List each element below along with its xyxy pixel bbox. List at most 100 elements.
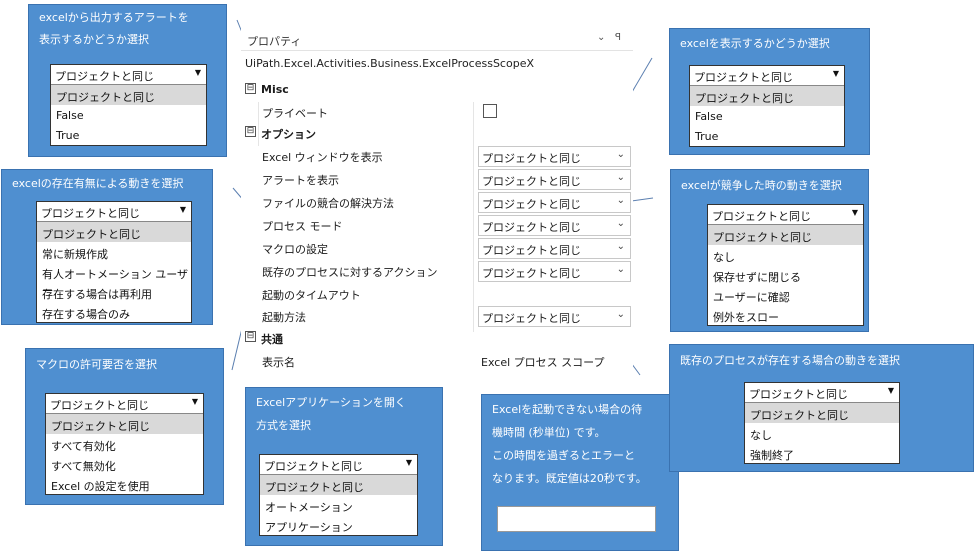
dropdown-arrow-icon: ▼ <box>851 208 858 217</box>
launch-dropdown[interactable]: プロジェクトと同じ ▼ プロジェクトと同じ オートメーション アプリケーション <box>259 454 418 536</box>
property-name: マクロの設定 <box>262 243 328 256</box>
dropdown-header[interactable]: プロジェクトと同じ ▼ <box>745 383 899 403</box>
property-name: 起動方法 <box>262 311 306 324</box>
dropdown-header[interactable]: プロジェクトと同じ ▼ <box>46 394 203 414</box>
dropdown-option[interactable]: 存在する場合は再利用 <box>37 282 191 302</box>
callout-text: マクロの許可要否を選択 <box>36 358 157 371</box>
alert-dropdown[interactable]: プロジェクトと同じ ▼ プロジェクトと同じ False True <box>50 64 207 146</box>
dropdown-header[interactable]: プロジェクトと同じ ▼ <box>37 202 191 222</box>
chevron-down-icon: ⌄ <box>616 241 625 252</box>
dropdown-option[interactable]: 保存せずに閉じる <box>708 265 863 285</box>
panel-header: プロパティ ⌄ ꟼ <box>241 28 633 51</box>
callout-timeout: Excelを起動できない場合の待 機時間 (秒単位) です。 この時間を過ぎると… <box>481 394 679 551</box>
callout-text: excelが競争した時の動きを選択 <box>681 179 842 192</box>
macro-select[interactable]: プロジェクトと同じ ⌄ <box>478 238 631 259</box>
callout-macro: マクロの許可要否を選択 プロジェクトと同じ ▼ プロジェクトと同じ すべて有効化 … <box>25 348 224 505</box>
collapse-icon[interactable]: ⊟ <box>245 126 256 137</box>
property-name: 起動のタイムアウト <box>262 289 361 302</box>
callout-existing-process: 既存のプロセスが存在する場合の動きを選択 プロジェクトと同じ ▼ プロジェクトと同… <box>669 344 974 472</box>
launch-method-select[interactable]: プロジェクトと同じ ⌄ <box>478 306 631 327</box>
property-name: プライベート <box>262 107 328 120</box>
select-value: プロジェクトと同じ <box>482 198 581 211</box>
pin-icon[interactable]: ꟼ <box>615 32 621 43</box>
chevron-down-icon: ⌄ <box>616 195 625 206</box>
dropdown-selected: プロジェクトと同じ <box>55 70 154 83</box>
show-alerts-select[interactable]: プロジェクトと同じ ⌄ <box>478 169 631 190</box>
dropdown-option[interactable]: すべて有効化 <box>46 434 203 454</box>
dropdown-option[interactable]: 常に新規作成 <box>37 242 191 262</box>
dropdown-option[interactable]: プロジェクトと同じ <box>708 225 863 245</box>
row-launch-method: 起動方法 プロジェクトと同じ ⌄ <box>241 305 633 328</box>
dropdown-header[interactable]: プロジェクトと同じ ▼ <box>51 65 206 85</box>
process-mode-select[interactable]: プロジェクトと同じ ⌄ <box>478 215 631 236</box>
callout-text: この時間を過ぎるとエラーと <box>492 449 635 462</box>
dropdown-option[interactable]: Excel の設定を使用 <box>46 474 203 494</box>
dropdown-header[interactable]: プロジェクトと同じ ▼ <box>708 205 863 225</box>
chevron-down-icon: ⌄ <box>616 218 625 229</box>
properties-panel: プロパティ ⌄ ꟼ UiPath.Excel.Activities.Busine… <box>241 28 633 408</box>
collapse-icon[interactable]: ⊟ <box>245 331 256 342</box>
panel-title: プロパティ <box>247 35 302 48</box>
dropdown-arrow-icon: ▼ <box>832 69 839 78</box>
dropdown-option[interactable]: 存在する場合のみ <box>37 302 191 322</box>
timeout-textbox[interactable] <box>497 506 656 532</box>
dropdown-option[interactable]: プロジェクトと同じ <box>690 86 844 106</box>
dropdown-selected: プロジェクトと同じ <box>712 210 811 223</box>
callout-show-window: excelを表示するかどうか選択 プロジェクトと同じ ▼ プロジェクトと同じ Fa… <box>669 28 870 155</box>
dropdown-option[interactable]: 有人オートメーション ユーザー <box>37 262 191 297</box>
dropdown-arrow-icon: ▼ <box>194 68 201 77</box>
section-label: オプション <box>261 128 316 141</box>
collapse-icon[interactable]: ⊟ <box>245 83 256 94</box>
dropdown-header[interactable]: プロジェクトと同じ ▼ <box>260 455 417 475</box>
dropdown-option[interactable]: アプリケーション <box>260 515 417 535</box>
macro-dropdown[interactable]: プロジェクトと同じ ▼ プロジェクトと同じ すべて有効化 すべて無効化 Excel… <box>45 393 204 495</box>
display-name-value[interactable]: Excel プロセス スコープ <box>481 354 604 370</box>
panel-menu-icon[interactable]: ⌄ <box>597 32 605 43</box>
dropdown-option[interactable]: なし <box>708 245 863 265</box>
dropdown-option[interactable]: すべて無効化 <box>46 454 203 474</box>
dropdown-option[interactable]: プロジェクトと同じ <box>37 222 191 242</box>
callout-text: 既存のプロセスが存在する場合の動きを選択 <box>680 354 900 367</box>
callout-show-alerts: excelから出力するアラートを 表示するかどうか選択 プロジェクトと同じ ▼ プ… <box>28 4 227 157</box>
dropdown-selected: プロジェクトと同じ <box>694 71 793 84</box>
callout-file-exists: excelの存在有無による動きを選択 プロジェクトと同じ ▼ プロジェクトと同じ … <box>1 169 213 325</box>
row-show-alerts: アラートを表示 プロジェクトと同じ ⌄ <box>241 168 633 191</box>
select-value: プロジェクトと同じ <box>482 312 581 325</box>
conflict-select[interactable]: プロジェクトと同じ ⌄ <box>478 192 631 213</box>
conflict-dropdown[interactable]: プロジェクトと同じ ▼ プロジェクトと同じ なし 保存せずに閉じる ユーザーに確認… <box>707 204 864 326</box>
dropdown-option[interactable]: 例外をスロー <box>708 305 863 325</box>
row-macro: マクロの設定 プロジェクトと同じ ⌄ <box>241 237 633 260</box>
dropdown-option[interactable]: True <box>51 125 206 145</box>
dropdown-arrow-icon: ▼ <box>191 397 198 406</box>
existing-process-select[interactable]: プロジェクトと同じ ⌄ <box>478 261 631 282</box>
section-common[interactable]: ⊟ 共通 <box>241 328 633 350</box>
dropdown-header[interactable]: プロジェクトと同じ ▼ <box>690 66 844 86</box>
dropdown-option[interactable]: プロジェクトと同じ <box>46 414 203 434</box>
dropdown-option[interactable]: False <box>51 105 206 125</box>
dropdown-option[interactable]: False <box>690 106 844 126</box>
dropdown-option[interactable]: プロジェクトと同じ <box>745 403 899 423</box>
row-existing-process: 既存のプロセスに対するアクション プロジェクトと同じ ⌄ <box>241 260 633 283</box>
exists-dropdown[interactable]: プロジェクトと同じ ▼ プロジェクトと同じ 常に新規作成 有人オートメーション ユ… <box>36 201 192 323</box>
callout-text: 方式を選択 <box>256 419 311 432</box>
dropdown-option[interactable]: 強制終了 <box>745 443 899 463</box>
callout-text: excelから出力するアラートを <box>39 11 189 24</box>
dropdown-option[interactable]: True <box>690 126 844 146</box>
callout-text: なります。既定値は20秒です。 <box>492 472 647 485</box>
callout-text: excelの存在有無による動きを選択 <box>12 177 184 190</box>
section-misc[interactable]: ⊟ Misc <box>241 80 633 102</box>
dropdown-option[interactable]: プロジェクトと同じ <box>51 85 206 105</box>
dropdown-option[interactable]: オートメーション <box>260 495 417 515</box>
dropdown-option[interactable]: ユーザーに確認 <box>708 285 863 305</box>
show-window-select[interactable]: プロジェクトと同じ ⌄ <box>478 146 631 167</box>
private-checkbox[interactable] <box>483 104 497 118</box>
callout-text: Excelを起動できない場合の待 <box>492 403 643 416</box>
dropdown-option[interactable]: プロジェクトと同じ <box>260 475 417 495</box>
timeout-input[interactable] <box>481 287 621 301</box>
section-options[interactable]: ⊟ オプション <box>241 123 633 145</box>
existing-dropdown[interactable]: プロジェクトと同じ ▼ プロジェクトと同じ なし 強制終了 <box>744 382 900 464</box>
dropdown-option[interactable]: なし <box>745 423 899 443</box>
dropdown-arrow-icon: ▼ <box>405 458 412 467</box>
property-name: 表示名 <box>262 356 295 369</box>
visible-dropdown[interactable]: プロジェクトと同じ ▼ プロジェクトと同じ False True <box>689 65 845 147</box>
